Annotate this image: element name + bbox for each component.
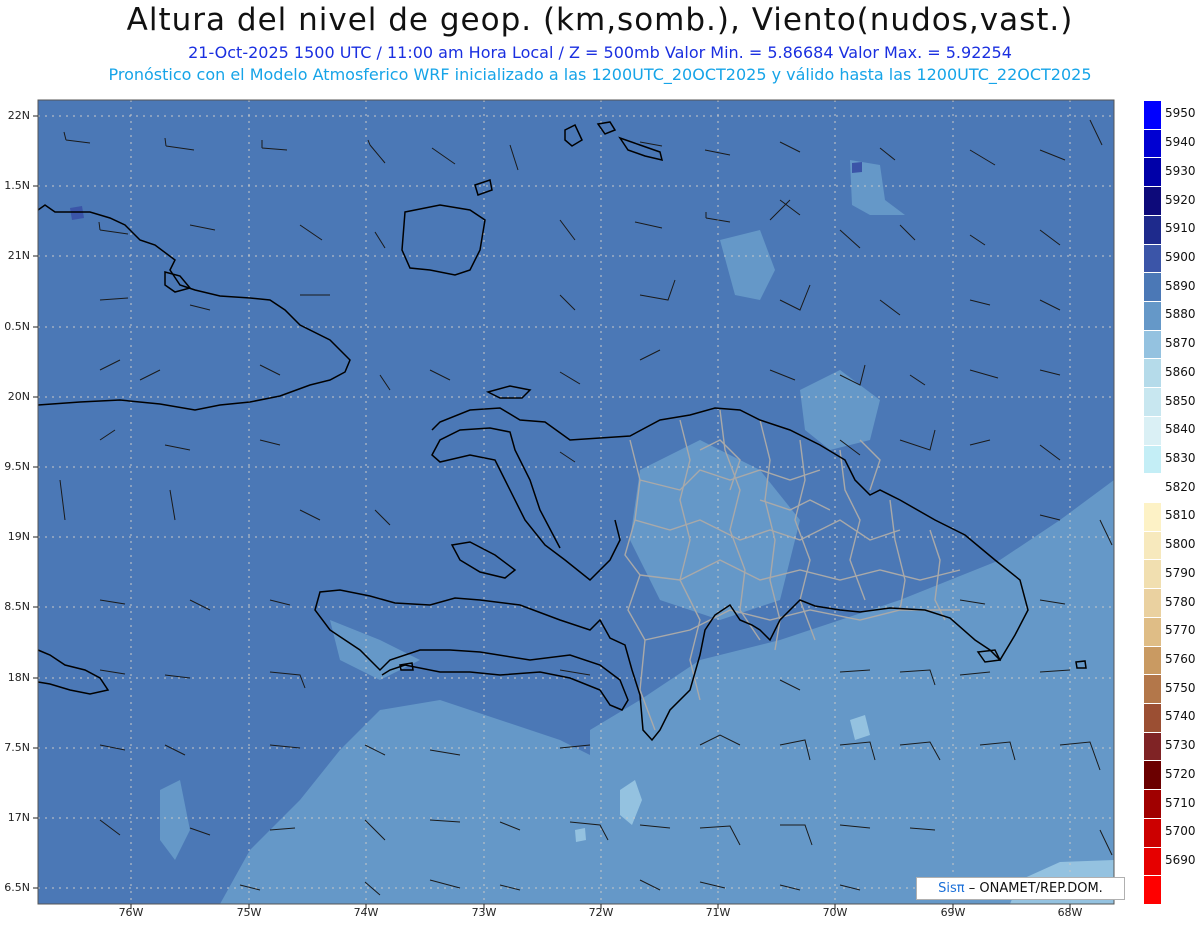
legend-swatch <box>1144 272 1161 301</box>
legend-swatch <box>1144 243 1161 273</box>
lon-label: 75W <box>236 906 262 919</box>
legend-swatch <box>1144 645 1161 675</box>
legend-value: 5880 <box>1165 307 1196 322</box>
lat-label: 1.5N <box>4 179 30 192</box>
lat-label: 6.5N <box>4 881 30 894</box>
legend-value: 5840 <box>1165 422 1196 437</box>
legend-swatch <box>1144 157 1161 187</box>
legend-swatch <box>1144 329 1161 359</box>
field-5870-c <box>575 828 586 842</box>
lon-label: 74W <box>353 906 379 919</box>
legend-swatch <box>1144 588 1161 617</box>
lat-label: 9.5N <box>4 460 30 473</box>
legend-value: 5740 <box>1165 709 1196 724</box>
legend-swatch <box>1144 415 1161 445</box>
lon-label: 72W <box>588 906 614 919</box>
legend-value: 5850 <box>1165 393 1196 408</box>
lat-label: 19N <box>7 530 30 543</box>
legend-value: 5920 <box>1165 192 1196 207</box>
legend-value: 5890 <box>1165 278 1196 293</box>
legend-swatch <box>1144 214 1161 244</box>
legend-swatch <box>1144 616 1161 646</box>
legend-swatch <box>1144 387 1161 416</box>
legend-value: 5950 <box>1165 106 1196 121</box>
lat-label: 20N <box>7 390 30 403</box>
legend-swatch <box>1144 789 1161 818</box>
lat-label: 18N <box>7 671 30 684</box>
legend-swatch <box>1144 502 1161 531</box>
lat-label: 0.5N <box>4 320 30 333</box>
legend-swatch <box>1144 444 1161 474</box>
legend-value: 5730 <box>1165 738 1196 753</box>
legend-value: 5770 <box>1165 623 1196 638</box>
legend-swatch <box>1144 760 1161 790</box>
legend-value: 5690 <box>1165 852 1196 867</box>
legend-value: 5810 <box>1165 508 1196 523</box>
lon-label: 76W <box>118 906 144 919</box>
legend-value: 5900 <box>1165 249 1196 264</box>
legend-swatch <box>1144 703 1161 732</box>
lat-label: 21N <box>7 249 30 262</box>
legend-swatch <box>1144 358 1161 388</box>
legend-value: 5830 <box>1165 450 1196 465</box>
legend-value: 5710 <box>1165 795 1196 810</box>
legend-value: 5910 <box>1165 221 1196 236</box>
legend-value: 5750 <box>1165 680 1196 695</box>
legend-value: 5780 <box>1165 594 1196 609</box>
lon-label: 71W <box>705 906 731 919</box>
legend-value: 5700 <box>1165 824 1196 839</box>
lon-label: 69W <box>940 906 966 919</box>
legend-value: 5860 <box>1165 364 1196 379</box>
legend-swatch <box>1144 846 1161 876</box>
legend-value: 5800 <box>1165 537 1196 552</box>
credit-text: – ONAMET/REP.DOM. <box>968 881 1103 896</box>
legend-value: 5870 <box>1165 336 1196 351</box>
legend-value: 5820 <box>1165 479 1196 494</box>
legend-value: 5940 <box>1165 135 1196 150</box>
field-5900-b <box>852 162 862 173</box>
lon-label: 73W <box>471 906 497 919</box>
field-5900-a <box>70 206 84 220</box>
credit-brand: Sisπ <box>938 881 965 896</box>
credit-box: Sisπ – ONAMET/REP.DOM. <box>916 877 1125 900</box>
legend-value: 5760 <box>1165 651 1196 666</box>
legend-swatch <box>1144 128 1161 158</box>
legend-swatch <box>1144 817 1161 847</box>
lat-label: 17N <box>7 811 30 824</box>
lat-label: 8.5N <box>4 600 30 613</box>
legend-swatch <box>1144 530 1161 560</box>
legend-swatch <box>1144 875 1161 904</box>
legend-swatch <box>1144 100 1161 129</box>
legend-swatch <box>1144 473 1161 502</box>
lat-label: 7.5N <box>4 741 30 754</box>
legend-value: 5930 <box>1165 163 1196 178</box>
lon-label: 70W <box>822 906 848 919</box>
legend-swatch <box>1144 559 1161 589</box>
geopotential-map[interactable] <box>0 0 1200 927</box>
legend-swatch <box>1144 674 1161 703</box>
legend-swatch <box>1144 731 1161 761</box>
legend-swatch <box>1144 186 1161 215</box>
legend-value: 5790 <box>1165 565 1196 580</box>
lon-label: 68W <box>1057 906 1083 919</box>
color-legend <box>1144 100 1162 904</box>
legend-value: 5720 <box>1165 766 1196 781</box>
legend-swatch <box>1144 301 1161 330</box>
lat-label: 22N <box>7 109 30 122</box>
